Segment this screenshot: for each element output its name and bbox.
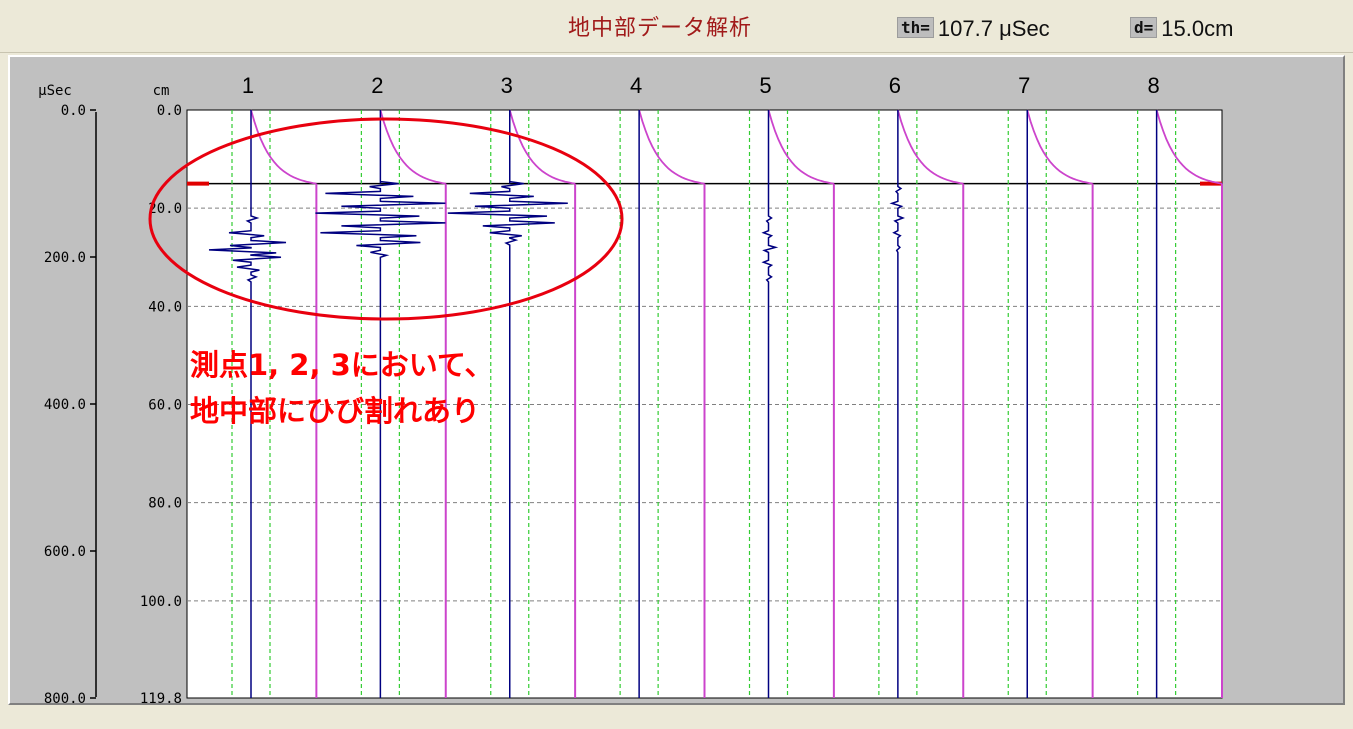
- time-tick-label: 800.0: [44, 691, 86, 707]
- depth-tick-label: 80.0: [148, 496, 182, 512]
- depth-tick-label: 119.8: [140, 691, 182, 707]
- depth-tick-label: 100.0: [140, 594, 182, 610]
- station-label-6: 6: [889, 73, 901, 98]
- depth-axis-unit: cm: [153, 83, 170, 99]
- time-axis-unit: μSec: [38, 83, 72, 99]
- depth-tick-label: 40.0: [148, 299, 182, 315]
- station-label-7: 7: [1018, 73, 1030, 98]
- time-tick-label: 0.0: [61, 103, 86, 119]
- time-tick-label: 200.0: [44, 250, 86, 266]
- depth-tick-label: 60.0: [148, 397, 182, 413]
- station-labels: 1 2 3 4 5 6 7 8: [242, 73, 1160, 98]
- time-tick-label: 400.0: [44, 397, 86, 413]
- ultrasonic-chart: μSec cm 0.0 200.0 400.0 600.0 800.0 0.0 2 0.0 4…: [38, 73, 1223, 707]
- depth-tick-label: 0.0: [157, 103, 182, 119]
- time-tick-label: 600.0: [44, 544, 86, 560]
- annotation-line-2: 地中部にひび割れあり: [190, 394, 480, 428]
- station-label-3: 3: [501, 73, 513, 98]
- annotation-line-1: 測点1, 2, 3において、: [190, 348, 493, 382]
- station-label-1: 1: [242, 73, 254, 98]
- time-axis-ticks: 0.0 200.0 400.0 600.0 800.0: [44, 103, 96, 707]
- depth-axis-ticks: 0.020.040.060.080.0100.0119.8: [140, 103, 182, 707]
- station-label-4: 4: [630, 73, 642, 98]
- station-label-5: 5: [759, 73, 771, 98]
- station-label-2: 2: [371, 73, 383, 98]
- station-label-8: 8: [1148, 73, 1160, 98]
